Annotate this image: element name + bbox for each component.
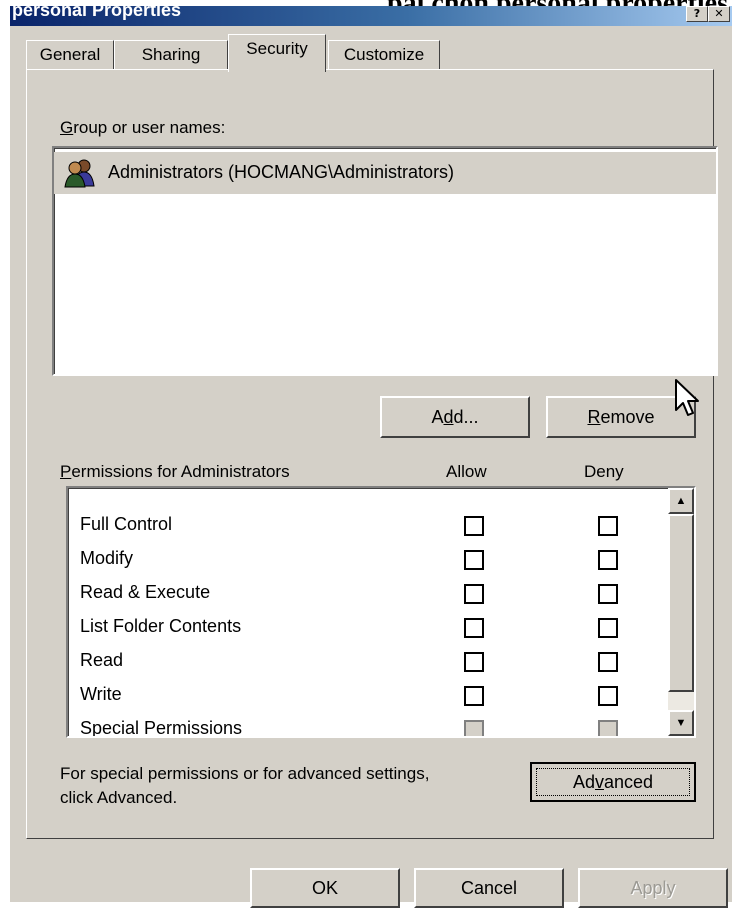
permission-row-modify: Modify (68, 544, 648, 578)
advanced-button[interactable]: Advanced (530, 762, 696, 802)
permission-row-read-execute: Read & Execute (68, 578, 648, 612)
users-group-icon (64, 159, 95, 188)
window-title: personal Properties (12, 6, 182, 20)
permission-name: Full Control (80, 514, 173, 534)
permission-name: List Folder Contents (80, 616, 242, 636)
allow-checkbox[interactable] (464, 584, 484, 604)
close-icon[interactable]: ✕ (708, 6, 730, 22)
tab-customize[interactable]: Customize (328, 40, 440, 70)
deny-header: Deny (584, 462, 624, 481)
apply-button[interactable]: Apply (578, 868, 728, 908)
window-title-bar[interactable]: personal Properties ? ✕ (10, 6, 732, 26)
permission-row-read: Read (68, 646, 648, 680)
cancel-button[interactable]: Cancel (414, 868, 564, 908)
tab-general[interactable]: General (26, 40, 114, 70)
deny-checkbox[interactable] (598, 550, 618, 570)
allow-checkbox[interactable] (464, 618, 484, 638)
permission-row-special-permissions: Special Permissions (68, 714, 648, 738)
permissions-scrollbar[interactable]: ▲ ▼ (668, 488, 694, 736)
mouse-cursor-icon (675, 379, 699, 416)
scroll-up-arrow-icon[interactable]: ▲ (668, 488, 694, 514)
deny-checkbox[interactable] (598, 516, 618, 536)
scroll-down-arrow-icon[interactable]: ▼ (668, 710, 694, 736)
scroll-thumb[interactable] (668, 514, 694, 692)
deny-checkbox[interactable] (598, 720, 618, 736)
deny-checkbox[interactable] (598, 686, 618, 706)
deny-checkbox[interactable] (598, 652, 618, 672)
permission-name: Special Permissions (80, 718, 243, 738)
allow-checkbox[interactable] (464, 652, 484, 672)
allow-checkbox[interactable] (464, 686, 484, 706)
permission-row-full-control: Full Control (68, 510, 648, 544)
permission-row-list-folder-contents: List Folder Contents (68, 612, 648, 646)
help-icon[interactable]: ? (686, 6, 708, 22)
focus-rectangle (536, 768, 690, 796)
allow-header: Allow (446, 462, 487, 481)
tab-strip: General Sharing Security Customize (26, 34, 716, 72)
permission-name: Read (80, 650, 124, 670)
permission-name: Read & Execute (80, 582, 211, 602)
allow-checkbox[interactable] (464, 720, 484, 736)
permission-name: Write (80, 684, 122, 704)
allow-checkbox[interactable] (464, 550, 484, 570)
list-item[interactable]: Administrators (HOCMANG\Administrators) (54, 152, 716, 194)
tab-security[interactable]: Security (228, 34, 326, 72)
tab-sharing[interactable]: Sharing (114, 40, 228, 70)
group-user-listbox[interactable]: Administrators (HOCMANG\Administrators) (52, 146, 718, 376)
deny-checkbox[interactable] (598, 584, 618, 604)
permission-row-write: Write (68, 680, 648, 714)
permissions-list[interactable]: Full Control Modify Read & Execute List … (66, 486, 696, 738)
group-user-label: Group or user names: (60, 118, 226, 137)
add-button[interactable]: Add... (380, 396, 530, 438)
advanced-info-text: For special permissions or for advanced … (60, 764, 430, 807)
properties-dialog: personal Properties ? ✕ General Sharing … (10, 6, 732, 908)
allow-checkbox[interactable] (464, 516, 484, 536)
permissions-label: Permissions for Administrators (60, 462, 290, 481)
permission-name: Modify (80, 548, 134, 568)
ok-button[interactable]: OK (250, 868, 400, 908)
deny-checkbox[interactable] (598, 618, 618, 638)
list-item-label: Administrators (HOCMANG\Administrators) (108, 162, 455, 182)
